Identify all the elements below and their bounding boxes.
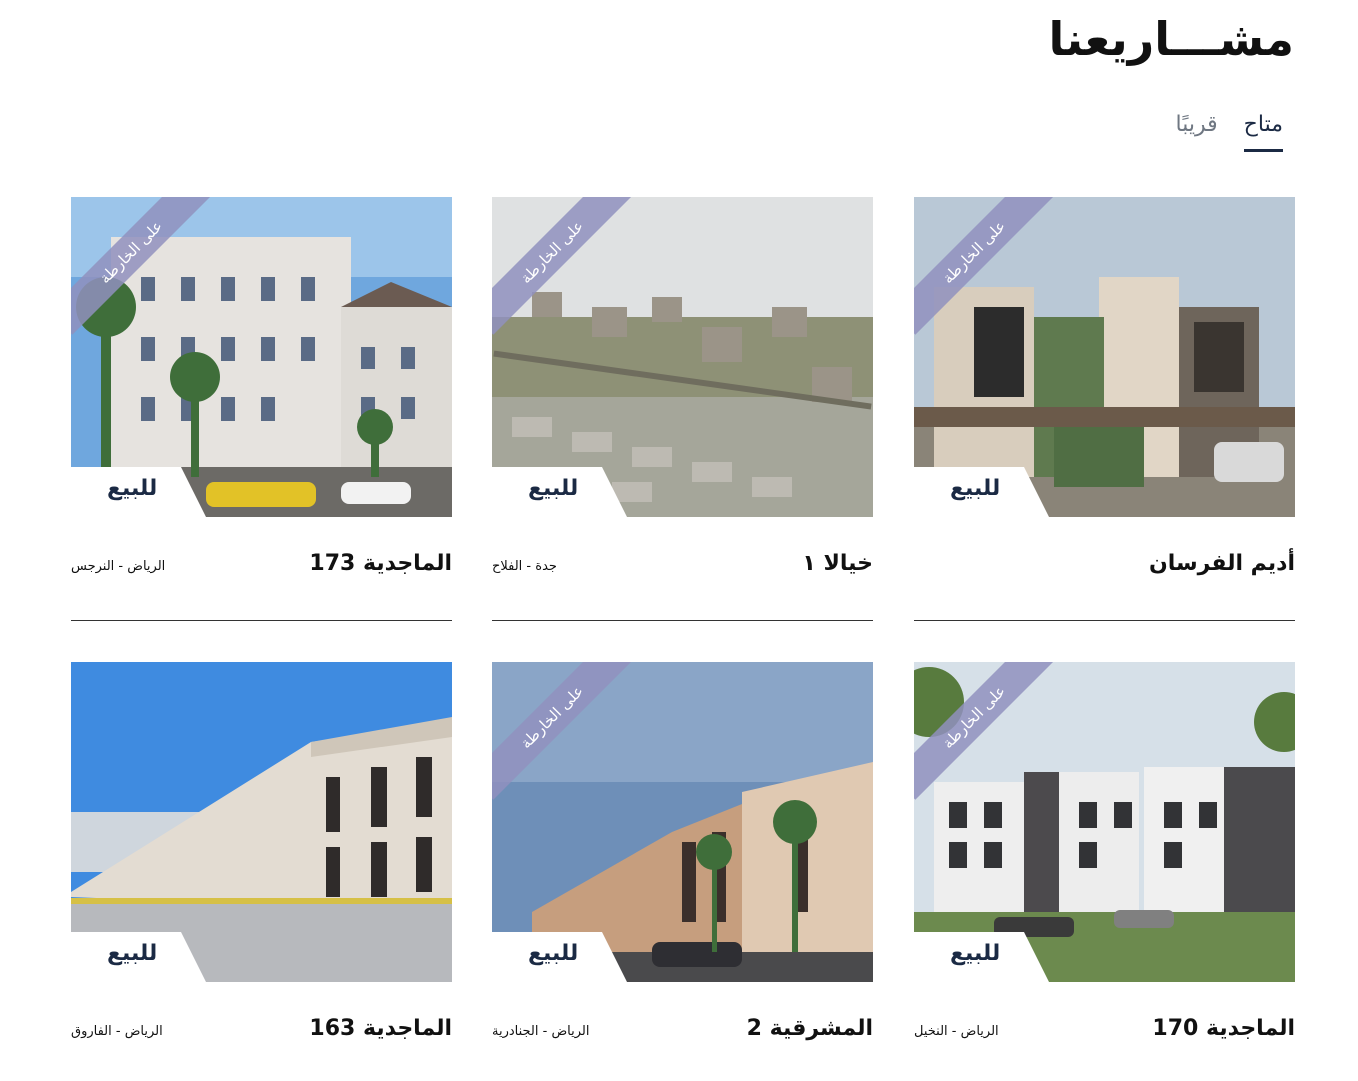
page-title: مشـــاريعنا bbox=[1048, 12, 1294, 66]
availability-tabs: متاح قريبًا bbox=[1176, 112, 1283, 152]
project-location: الرياض - الجنادرية bbox=[492, 1024, 590, 1039]
project-image[interactable]: على الخارطة للبيع bbox=[914, 662, 1295, 982]
project-image[interactable]: على الخارطة للبيع bbox=[914, 197, 1295, 517]
project-card[interactable]: على الخارطة للبيع المشرقية 2 الرياض - ال… bbox=[492, 662, 873, 1081]
project-name[interactable]: الماجدية 173 bbox=[309, 551, 452, 576]
project-location: جدة - الفلاح bbox=[492, 559, 557, 574]
project-name[interactable]: أديم الفرسان bbox=[1149, 551, 1295, 576]
project-image[interactable]: للبيع bbox=[71, 662, 452, 982]
project-name[interactable]: الماجدية 170 bbox=[1152, 1016, 1295, 1041]
project-location: الرياض - النرجس bbox=[71, 559, 166, 574]
project-card[interactable]: على الخارطة للبيع أديم الفرسان bbox=[914, 197, 1295, 621]
project-meta: خيالا ١ جدة - الفلاح bbox=[492, 517, 873, 621]
project-card[interactable]: على الخارطة للبيع خيالا ١ جدة - الفلاح bbox=[492, 197, 873, 621]
project-meta: الماجدية 170 الرياض - النخيل bbox=[914, 982, 1295, 1081]
project-meta: الماجدية 163 الرياض - الفاروق bbox=[71, 982, 452, 1081]
project-image[interactable]: على الخارطة للبيع bbox=[492, 197, 873, 517]
project-meta: المشرقية 2 الرياض - الجنادرية bbox=[492, 982, 873, 1081]
project-image[interactable]: على الخارطة للبيع bbox=[71, 197, 452, 517]
project-location: الرياض - الفاروق bbox=[71, 1024, 163, 1039]
tab-coming-soon[interactable]: قريبًا bbox=[1176, 112, 1218, 152]
project-name[interactable]: الماجدية 163 bbox=[309, 1016, 452, 1041]
project-meta: الماجدية 173 الرياض - النرجس bbox=[71, 517, 452, 621]
project-card[interactable]: على الخارطة للبيع الماجدية 173 الرياض - … bbox=[71, 197, 452, 621]
project-name[interactable]: خيالا ١ bbox=[802, 551, 873, 576]
projects-page: مشـــاريعنا متاح قريبًا على الخارطة للبي… bbox=[0, 0, 1358, 1081]
project-location: الرياض - النخيل bbox=[914, 1024, 999, 1039]
project-image[interactable]: على الخارطة للبيع bbox=[492, 662, 873, 982]
project-name[interactable]: المشرقية 2 bbox=[747, 1016, 873, 1041]
project-meta: أديم الفرسان bbox=[914, 517, 1295, 621]
project-card[interactable]: على الخارطة للبيع الماجدية 170 الرياض - … bbox=[914, 662, 1295, 1081]
tab-available[interactable]: متاح bbox=[1243, 112, 1283, 152]
project-card[interactable]: للبيع الماجدية 163 الرياض - الفاروق bbox=[71, 662, 452, 1081]
